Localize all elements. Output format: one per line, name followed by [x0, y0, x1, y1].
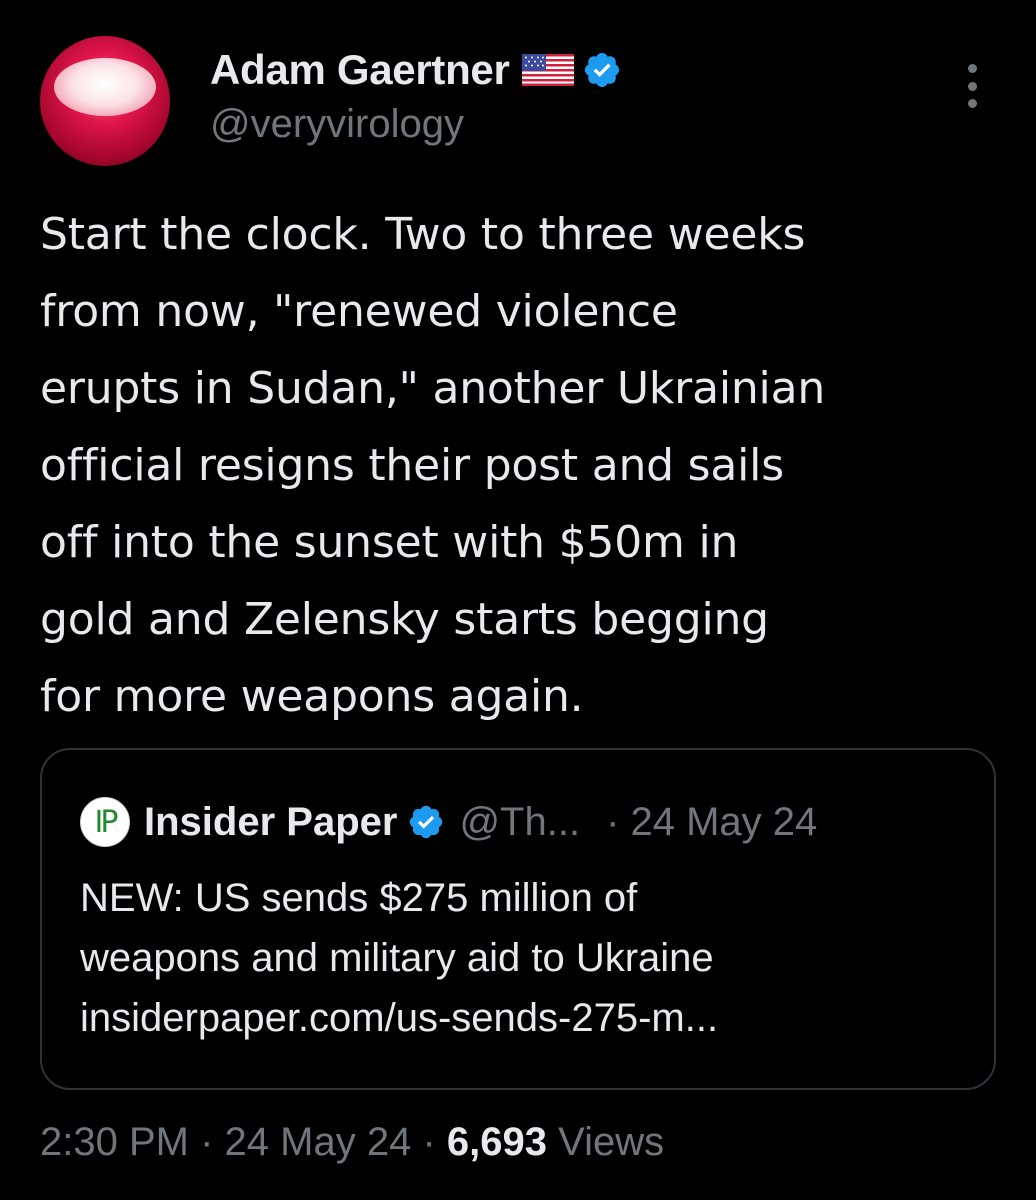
tweet-date[interactable]: 24 May 24 — [225, 1120, 412, 1164]
more-dot — [967, 64, 977, 73]
quoted-author-name[interactable]: Insider Paper — [144, 800, 397, 845]
tweet-time[interactable]: 2:30 PM — [40, 1120, 189, 1164]
views-count[interactable]: 6,693 — [447, 1120, 547, 1164]
verified-badge-icon[interactable] — [582, 50, 622, 90]
quoted-tweet-card[interactable]: IP Insider Paper @Th... · 24 May 24 NEW:… — [40, 748, 996, 1090]
tweet-text: Start the clock. Two to three weeks from… — [40, 209, 826, 722]
author-display-name[interactable]: Adam Gaertner — [210, 46, 510, 94]
avatar-highlight — [54, 58, 156, 116]
separator: · — [422, 1120, 436, 1164]
views-label: Views — [558, 1120, 665, 1164]
quoted-tweet-header: IP Insider Paper @Th... · 24 May 24 — [80, 796, 960, 848]
logo-text: IP — [94, 804, 119, 840]
quoted-tweet-date: · 24 May 24 — [606, 799, 818, 844]
tweet-footer: 2:30 PM · 24 May 24 · 6,693 Views — [40, 1120, 664, 1165]
avatar[interactable] — [40, 36, 170, 166]
us-flag-icon — [521, 54, 574, 86]
verified-badge-icon — [407, 803, 445, 841]
quoted-author-handle[interactable]: @Th... — [459, 800, 580, 845]
author-handle[interactable]: @veryvirology — [210, 102, 464, 147]
more-dot — [967, 99, 977, 108]
more-options-icon[interactable] — [960, 64, 984, 108]
more-dot — [967, 81, 977, 91]
separator: · — [200, 1120, 214, 1164]
quoted-tweet-text: NEW: US sends $275 million of weapons an… — [80, 876, 719, 1040]
author-name-row: Adam Gaertner — [210, 42, 622, 98]
insider-paper-logo[interactable]: IP — [80, 797, 130, 847]
